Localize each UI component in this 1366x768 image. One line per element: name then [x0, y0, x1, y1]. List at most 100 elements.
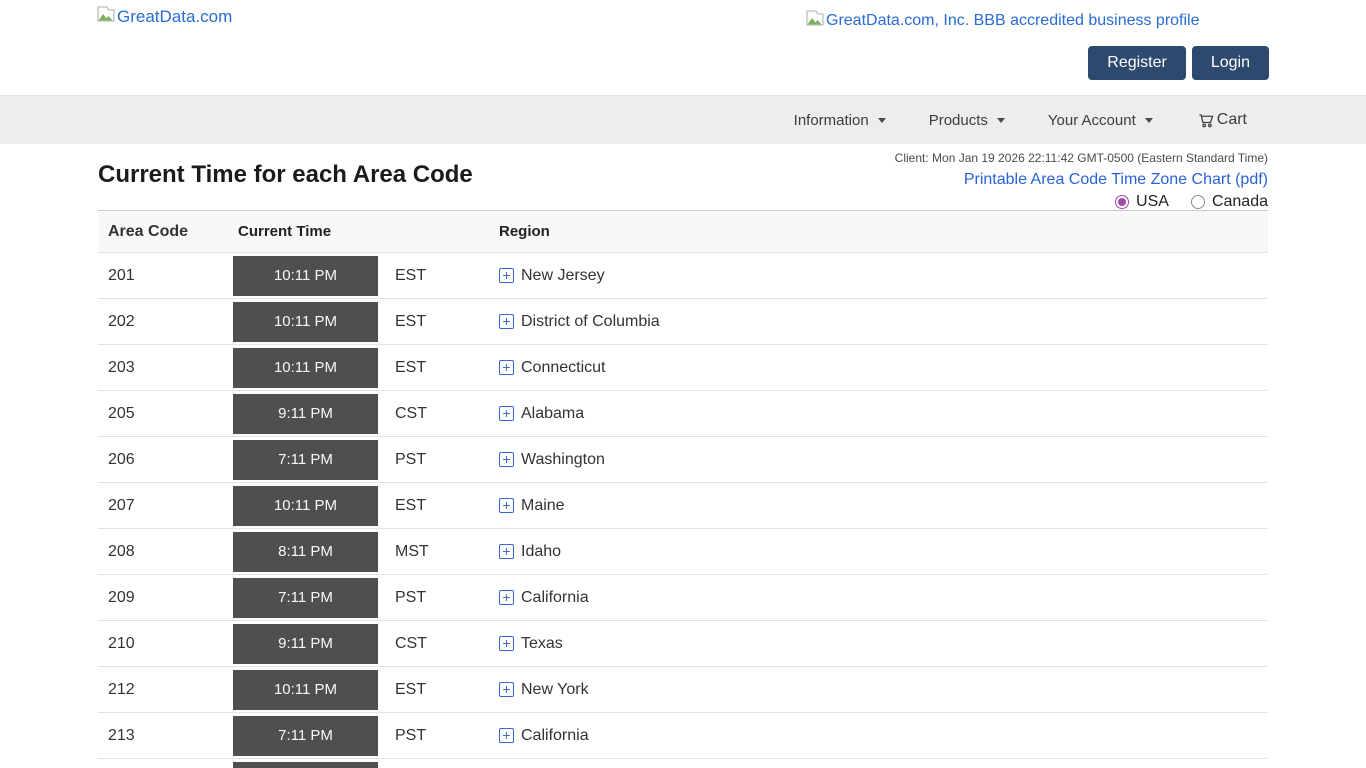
- country-radio-group: USA Canada: [895, 193, 1268, 211]
- table-row: 206 7:11 PM PST + Washington: [98, 437, 1268, 483]
- plus-expand-icon[interactable]: +: [499, 268, 514, 283]
- region-cell: + Alabama: [499, 405, 1268, 423]
- region-cell: + Maine: [499, 497, 1268, 515]
- region-cell: + California: [499, 727, 1268, 745]
- region-cell: + District of Columbia: [499, 313, 1268, 331]
- client-time-text: Client: Mon Jan 19 2026 22:11:42 GMT-050…: [895, 150, 1268, 166]
- time-zone-cell: EST: [378, 313, 499, 331]
- nav-item-products[interactable]: Products: [929, 112, 1005, 129]
- radio-selected-icon: [1115, 195, 1129, 209]
- main-nav: Information Products Your Account Cart: [0, 95, 1366, 144]
- time-cell: [233, 762, 378, 768]
- table-row: 203 10:11 PM EST + Connecticut: [98, 345, 1268, 391]
- current-time-box: 10:11 PM: [233, 348, 378, 388]
- cart-icon: [1196, 110, 1216, 130]
- region-name: California: [521, 589, 589, 607]
- time-zone-cell: CST: [378, 405, 499, 423]
- current-time-box: 7:11 PM: [233, 578, 378, 618]
- area-code-cell: 205: [98, 405, 233, 423]
- login-button[interactable]: Login: [1192, 46, 1269, 80]
- chevron-down-icon: [1145, 118, 1153, 123]
- time-zone-cell: CST: [378, 635, 499, 653]
- time-cell: 10:11 PM: [233, 302, 378, 342]
- region-name: New York: [521, 681, 589, 699]
- time-cell: 7:11 PM: [233, 578, 378, 618]
- plus-expand-icon[interactable]: +: [499, 314, 514, 329]
- auth-buttons: Register Login: [1088, 46, 1269, 80]
- region-cell: + Connecticut: [499, 359, 1268, 377]
- current-time-box: 8:11 PM: [233, 532, 378, 572]
- plus-expand-icon[interactable]: +: [499, 406, 514, 421]
- printable-chart-link[interactable]: Printable Area Code Time Zone Chart (pdf…: [895, 170, 1268, 190]
- plus-expand-icon[interactable]: +: [499, 590, 514, 605]
- table-row: 205 9:11 PM CST + Alabama: [98, 391, 1268, 437]
- plus-expand-icon[interactable]: +: [499, 360, 514, 375]
- chevron-down-icon: [878, 118, 886, 123]
- region-cell: + California: [499, 589, 1268, 607]
- plus-expand-icon[interactable]: +: [499, 728, 514, 743]
- region-name: Maine: [521, 497, 565, 515]
- time-zone-cell: PST: [378, 589, 499, 607]
- area-code-cell: 208: [98, 543, 233, 561]
- region-name: California: [521, 727, 589, 745]
- current-time-box: 9:11 PM: [233, 624, 378, 664]
- plus-expand-icon[interactable]: +: [499, 636, 514, 651]
- current-time-box: 9:11 PM: [233, 394, 378, 434]
- nav-item-cart[interactable]: Cart: [1196, 110, 1247, 130]
- nav-label: Products: [929, 112, 988, 129]
- current-time-box: 7:11 PM: [233, 716, 378, 756]
- region-cell: + Texas: [499, 635, 1268, 653]
- bbb-profile-link[interactable]: GreatData.com, Inc. BBB accredited busin…: [806, 10, 1200, 31]
- right-info: Client: Mon Jan 19 2026 22:11:42 GMT-050…: [895, 150, 1268, 211]
- table-row: 213 7:11 PM PST + California: [98, 713, 1268, 759]
- radio-usa[interactable]: USA: [1115, 193, 1169, 211]
- region-cell: + Idaho: [499, 543, 1268, 561]
- broken-image-icon: [97, 6, 115, 27]
- region-name: Alabama: [521, 405, 584, 423]
- current-time-box: 10:11 PM: [233, 302, 378, 342]
- region-cell: + New Jersey: [499, 267, 1268, 285]
- region-cell: + Washington: [499, 451, 1268, 469]
- time-cell: 8:11 PM: [233, 532, 378, 572]
- nav-label: Your Account: [1048, 112, 1136, 129]
- cart-label: Cart: [1217, 111, 1247, 129]
- header-region: Region: [499, 223, 1268, 240]
- plus-expand-icon[interactable]: +: [499, 682, 514, 697]
- plus-expand-icon[interactable]: +: [499, 498, 514, 513]
- register-button[interactable]: Register: [1088, 46, 1186, 80]
- nav-label: Information: [794, 112, 869, 129]
- time-zone-cell: EST: [378, 267, 499, 285]
- radio-canada-label: Canada: [1212, 193, 1268, 211]
- area-code-cell: 213: [98, 727, 233, 745]
- broken-image-icon: [806, 10, 824, 31]
- table-row: 207 10:11 PM EST + Maine: [98, 483, 1268, 529]
- time-zone-cell: PST: [378, 451, 499, 469]
- table-header-row: Area Code Current Time Region: [98, 210, 1268, 253]
- logo-link[interactable]: GreatData.com: [97, 6, 232, 27]
- plus-expand-icon[interactable]: +: [499, 544, 514, 559]
- region-name: Washington: [521, 451, 605, 469]
- table-row-partial: +: [98, 759, 1268, 768]
- site-header: GreatData.com GreatData.com, Inc. BBB ac…: [0, 0, 1366, 95]
- page-title: Current Time for each Area Code: [98, 161, 473, 189]
- region-name: New Jersey: [521, 267, 605, 285]
- current-time-box: 10:11 PM: [233, 486, 378, 526]
- area-code-cell: 207: [98, 497, 233, 515]
- nav-item-your-account[interactable]: Your Account: [1048, 112, 1153, 129]
- bbb-alt-text: GreatData.com, Inc. BBB accredited busin…: [826, 12, 1200, 30]
- header-current-time: Current Time: [233, 223, 378, 240]
- current-time-box: [233, 762, 378, 768]
- current-time-box: 10:11 PM: [233, 670, 378, 710]
- info-band: Current Time for each Area Code Client: …: [0, 144, 1366, 210]
- nav-item-information[interactable]: Information: [794, 112, 886, 129]
- time-cell: 10:11 PM: [233, 256, 378, 296]
- region-name: Connecticut: [521, 359, 606, 377]
- time-cell: 9:11 PM: [233, 624, 378, 664]
- time-cell: 9:11 PM: [233, 394, 378, 434]
- plus-expand-icon[interactable]: +: [499, 452, 514, 467]
- table-row: 210 9:11 PM CST + Texas: [98, 621, 1268, 667]
- area-code-cell: 209: [98, 589, 233, 607]
- radio-canada[interactable]: Canada: [1191, 193, 1268, 211]
- table-row: 212 10:11 PM EST + New York: [98, 667, 1268, 713]
- time-zone-cell: EST: [378, 681, 499, 699]
